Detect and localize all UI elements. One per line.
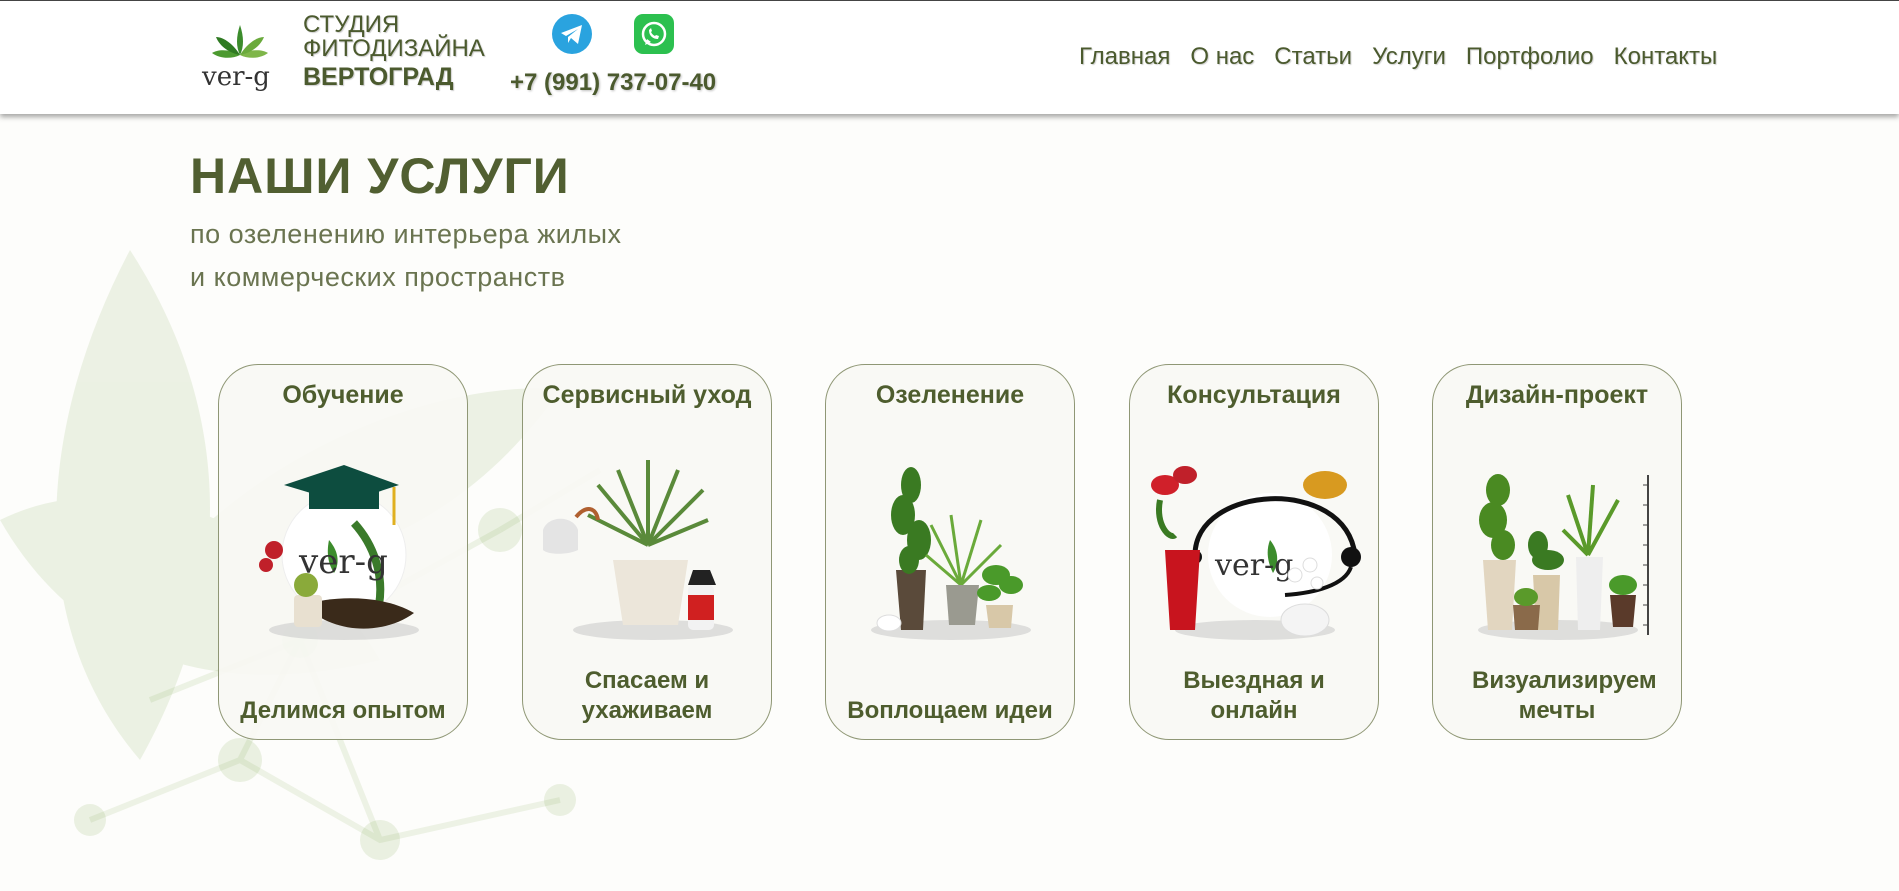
service-caption-text: Спасаем и ухаживаем (581, 667, 713, 724)
service-care-illustration (543, 460, 733, 640)
service-card-consultation[interactable]: Консультация ver-g Выездная и онлайн (1129, 364, 1379, 740)
design-project-illustration (1478, 474, 1649, 640)
service-title: Обучение (282, 381, 404, 409)
service-caption: Визуализируем мечты (1433, 666, 1681, 726)
nav-item-portfolio[interactable]: Портфолио (1466, 43, 1594, 71)
nav-item-home[interactable]: Главная (1079, 43, 1170, 71)
landscaping-illustration (871, 467, 1031, 640)
page-title: НАШИ УСЛУГИ (190, 148, 570, 204)
nav-item-about[interactable]: О нас (1190, 43, 1254, 71)
svg-text:ver-g: ver-g (201, 62, 270, 92)
telegram-icon[interactable] (551, 13, 593, 55)
service-title: Консультация (1167, 381, 1341, 409)
service-caption: Делимся опытом (240, 697, 446, 724)
subtitle-line-1: по озеленению интерьера жилых (190, 219, 622, 249)
nav-item-contacts[interactable]: Контакты (1614, 43, 1718, 71)
brand-line-2: ФИТОДИЗАЙНА (303, 35, 485, 62)
svg-text:ver-g: ver-g (298, 542, 388, 582)
main-nav: Главная О нас Статьи Услуги Портфолио Ко… (1079, 43, 1737, 71)
service-caption: Выездная и онлайн (1130, 666, 1378, 726)
service-card-landscaping[interactable]: Озеленение Воплощаем идеи (825, 364, 1075, 740)
whatsapp-icon[interactable] (633, 13, 675, 55)
service-caption: Воплощаем идеи (847, 697, 1053, 724)
nav-item-services[interactable]: Услуги (1372, 43, 1446, 71)
service-caption-text: Выездная и онлайн (1183, 667, 1325, 724)
phone-number[interactable]: +7 (991) 737-07-40 (510, 69, 716, 97)
service-card-training[interactable]: Обучение ver-g Делимся опытом (218, 364, 468, 740)
site-header: ver-g СТУДИЯ ФИТОДИЗАЙНА ВЕРТОГРАД +7 (9… (0, 0, 1899, 114)
training-illustration: ver-g (259, 465, 419, 640)
service-title: Дизайн-проект (1465, 381, 1649, 409)
service-title: Озеленение (875, 381, 1025, 409)
service-caption-text: Визуализируем мечты (1472, 667, 1657, 724)
service-card-design-project[interactable]: Дизайн-проект Визуализируем мечты (1432, 364, 1682, 740)
brand-line-3: ВЕРТОГРАД (303, 63, 454, 91)
brand-name[interactable]: СТУДИЯ ФИТОДИЗАЙНА ВЕРТОГРАД (303, 11, 485, 91)
brand-line-1: СТУДИЯ (303, 11, 400, 38)
nav-item-articles[interactable]: Статьи (1274, 43, 1352, 71)
service-caption: Спасаем и ухаживаем (523, 666, 771, 726)
service-title: Сервисный уход (542, 381, 752, 409)
consultation-illustration: ver-g (1151, 466, 1361, 640)
svg-text:ver-g: ver-g (1214, 548, 1293, 583)
page-subtitle: по озеленению интерьера жилых и коммерче… (190, 213, 622, 299)
service-card-service-care[interactable]: Сервисный уход Спасаем и ухаживаем (522, 364, 772, 740)
subtitle-line-2: и коммерческих пространств (190, 262, 566, 292)
logo[interactable]: ver-g (200, 15, 280, 93)
leaf-logo-icon (212, 25, 268, 58)
